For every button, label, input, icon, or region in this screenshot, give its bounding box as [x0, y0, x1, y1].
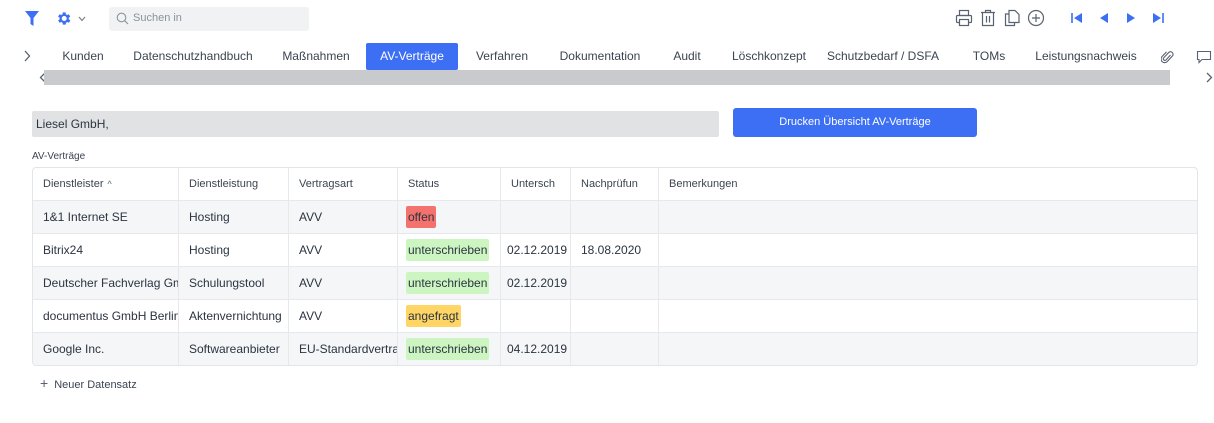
cell-untersch[interactable]: 02.12.2019 — [501, 234, 571, 267]
scroll-right-icon[interactable] — [1205, 72, 1214, 83]
cell-dienstleistung[interactable]: Schulungstool — [179, 267, 289, 300]
copy-icon[interactable] — [1003, 9, 1021, 27]
print-icon[interactable] — [955, 9, 973, 27]
new-record-label: Neuer Datensatz — [54, 379, 137, 391]
tab-audit[interactable]: Audit — [665, 43, 709, 70]
previous-record-icon[interactable] — [1095, 9, 1113, 27]
print-overview-button[interactable]: Drucken Übersicht AV-Verträge — [733, 108, 977, 137]
tab-av-vertraege[interactable]: AV-Verträge — [366, 43, 458, 70]
tabs-scroll-icon[interactable] — [23, 50, 31, 62]
cell-untersch[interactable] — [501, 201, 571, 234]
tab-kunden[interactable]: Kunden — [50, 43, 116, 70]
table-row[interactable]: 1&1 Internet SE Hosting AVV offen — [33, 201, 1197, 234]
gear-icon[interactable] — [55, 10, 72, 27]
cell-vertragsart[interactable]: AVV — [289, 300, 398, 333]
cell-dienstleistung[interactable]: Softwareanbieter — [179, 333, 289, 365]
tab-leistungsnachweis[interactable]: Leistungsnachweis — [1025, 43, 1147, 70]
cell-dienstleistung[interactable]: Hosting — [179, 234, 289, 267]
column-header-vertragsart[interactable]: Vertragsart — [289, 168, 398, 201]
sort-ascending-icon: ^ — [107, 179, 112, 189]
last-record-icon[interactable] — [1149, 9, 1167, 27]
cell-vertragsart[interactable]: AVV — [289, 234, 398, 267]
tab-schutzbedarf-dsfa[interactable]: Schutzbedarf / DSFA — [815, 43, 951, 70]
column-header-dienstleister[interactable]: Dienstleister ^ — [33, 168, 179, 201]
filter-icon[interactable] — [25, 11, 39, 27]
toolbar: Suchen in — [0, 0, 1214, 38]
plus-icon: + — [40, 375, 49, 391]
cell-untersch[interactable] — [501, 300, 571, 333]
company-field[interactable]: Liesel GmbH, — [32, 111, 719, 137]
cell-status[interactable]: unterschrieben — [398, 333, 501, 365]
comment-icon[interactable] — [1196, 50, 1212, 64]
tab-datenschutzhandbuch[interactable]: Datenschutzhandbuch — [122, 43, 264, 70]
column-header-label: Dienstleister — [43, 178, 104, 190]
delete-icon[interactable] — [979, 9, 997, 27]
cell-dienstleister[interactable]: Bitrix24 — [33, 234, 179, 267]
table-row[interactable]: Bitrix24 Hosting AVV unterschrieben 02.1… — [33, 234, 1197, 267]
cell-nachpruefung[interactable] — [571, 300, 659, 333]
cell-vertragsart[interactable]: AVV — [289, 201, 398, 234]
status-badge: unterschrieben — [406, 338, 490, 360]
search-input[interactable]: Suchen in — [109, 7, 309, 31]
cell-bemerkungen[interactable] — [659, 234, 1197, 267]
table-row[interactable]: Deutscher Fachverlag GmbH Schulungstool … — [33, 267, 1197, 300]
cell-nachpruefung[interactable] — [571, 267, 659, 300]
horizontal-scrollbar[interactable] — [44, 70, 1170, 85]
table-row[interactable]: Google Inc. Softwareanbieter EU-Standard… — [33, 333, 1197, 365]
cell-dienstleistung[interactable]: Hosting — [179, 201, 289, 234]
tab-verfahren[interactable]: Verfahren — [468, 43, 536, 70]
status-badge: offen — [406, 206, 437, 228]
tab-loeschkonzept[interactable]: Löschkonzept — [724, 43, 814, 70]
cell-vertragsart[interactable]: AVV — [289, 267, 398, 300]
cell-dienstleistung[interactable]: Aktenvernichtung — [179, 300, 289, 333]
tab-dokumentation[interactable]: Dokumentation — [550, 43, 650, 70]
attachment-icon[interactable] — [1161, 50, 1174, 64]
cell-bemerkungen[interactable] — [659, 300, 1197, 333]
column-header-status[interactable]: Status — [398, 168, 501, 201]
cell-status[interactable]: angefragt — [398, 300, 501, 333]
tab-bar: Kunden Datenschutzhandbuch Maßnahmen AV-… — [0, 40, 1214, 72]
cell-dienstleister[interactable]: Deutscher Fachverlag GmbH — [33, 267, 179, 300]
cell-bemerkungen[interactable] — [659, 267, 1197, 300]
tab-toms[interactable]: TOMs — [966, 43, 1012, 70]
cell-status[interactable]: unterschrieben — [398, 267, 501, 300]
cell-dienstleister[interactable]: 1&1 Internet SE — [33, 201, 179, 234]
search-placeholder: Suchen in — [133, 12, 182, 24]
status-badge: unterschrieben — [406, 272, 490, 294]
section-label: AV-Verträge — [32, 151, 86, 162]
cell-nachpruefung[interactable]: 18.08.2020 — [571, 234, 659, 267]
next-record-icon[interactable] — [1122, 9, 1140, 27]
tab-massnahmen[interactable]: Maßnahmen — [274, 43, 358, 70]
cell-status[interactable]: unterschrieben — [398, 234, 501, 267]
table-row[interactable]: documentus GmbH Berlin & Aktenvernichtun… — [33, 300, 1197, 333]
new-record-button[interactable]: + Neuer Datensatz — [40, 375, 137, 391]
column-header-untersch[interactable]: Untersch — [501, 168, 571, 201]
column-header-bemerkungen[interactable]: Bemerkungen — [659, 168, 1197, 201]
av-vertraege-table: Dienstleister ^ Dienstleistung Vertragsar… — [32, 167, 1198, 366]
cell-bemerkungen[interactable] — [659, 333, 1197, 365]
cell-dienstleister[interactable]: Google Inc. — [33, 333, 179, 365]
cell-dienstleister[interactable]: documentus GmbH Berlin & — [33, 300, 179, 333]
cell-nachpruefung[interactable] — [571, 333, 659, 365]
chevron-down-icon[interactable] — [78, 16, 86, 22]
cell-bemerkungen[interactable] — [659, 201, 1197, 234]
cell-untersch[interactable]: 04.12.2019 — [501, 333, 571, 365]
status-badge: angefragt — [406, 305, 461, 327]
cell-vertragsart[interactable]: EU-Standardvertrag — [289, 333, 398, 365]
cell-untersch[interactable]: 02.12.2019 — [501, 267, 571, 300]
table-header-row: Dienstleister ^ Dienstleistung Vertragsar… — [33, 168, 1197, 201]
status-badge: unterschrieben — [406, 239, 490, 261]
first-record-icon[interactable] — [1068, 9, 1086, 27]
column-header-nachpruefung[interactable]: Nachprüfun — [571, 168, 659, 201]
cell-nachpruefung[interactable] — [571, 201, 659, 234]
cell-status[interactable]: offen — [398, 201, 501, 234]
column-header-dienstleistung[interactable]: Dienstleistung — [179, 168, 289, 201]
add-circle-icon[interactable] — [1027, 9, 1045, 27]
search-icon — [116, 12, 129, 25]
